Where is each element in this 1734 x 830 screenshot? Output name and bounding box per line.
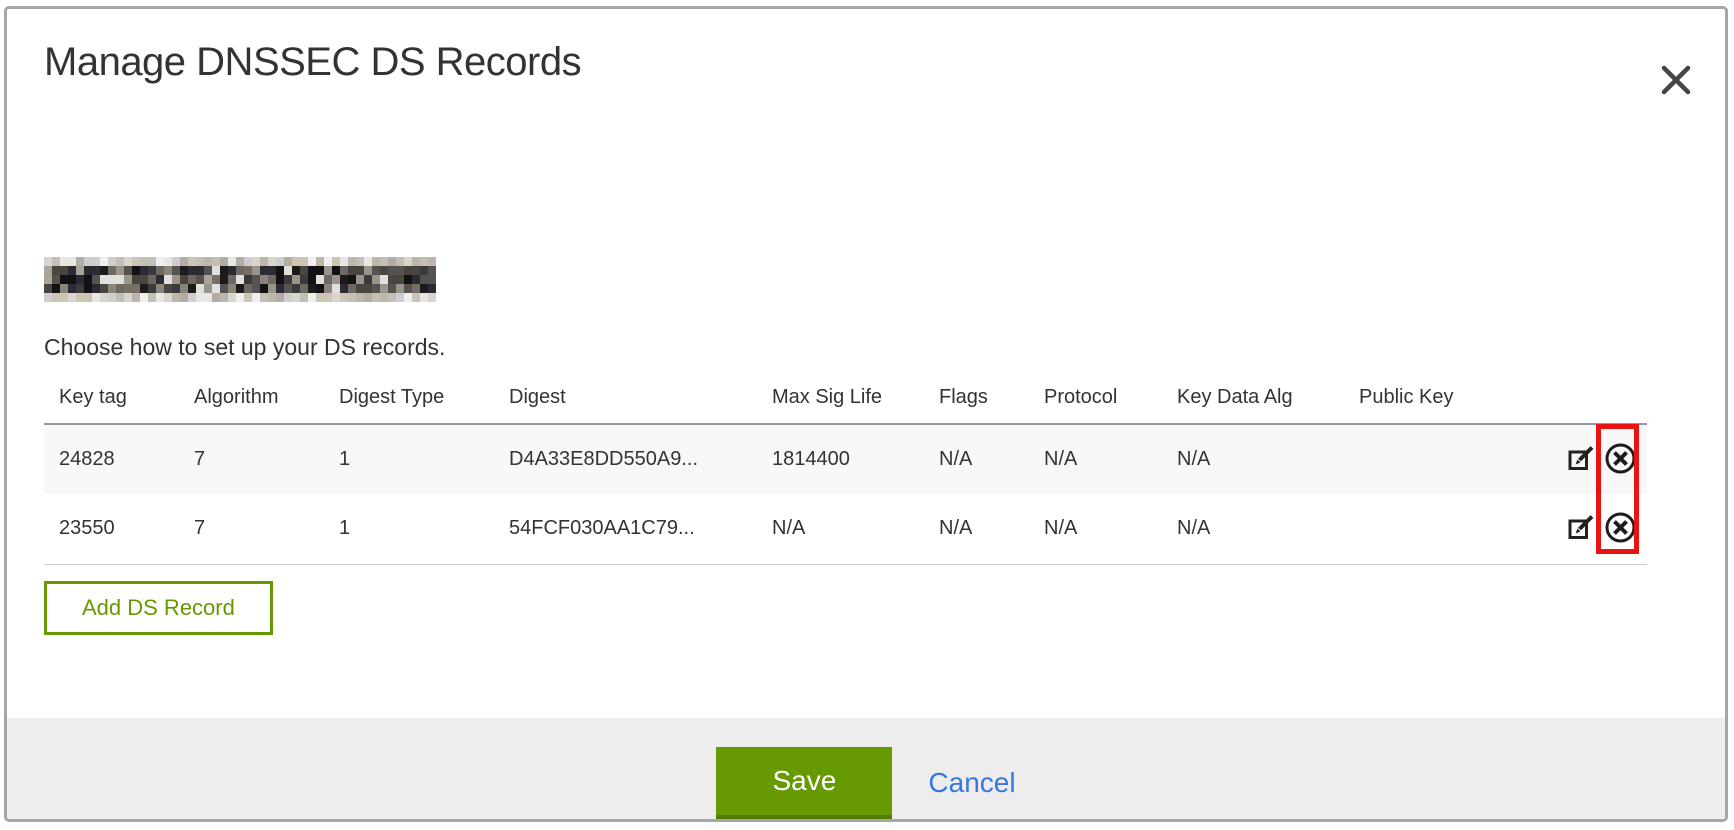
cell-key-tag: 23550 — [44, 494, 194, 564]
cell-algorithm: 7 — [194, 494, 339, 564]
close-icon — [1659, 85, 1693, 100]
cancel-link[interactable]: Cancel — [928, 767, 1015, 799]
column-header-key-data-alg: Key Data Alg — [1177, 371, 1359, 424]
edit-icon — [1567, 460, 1595, 475]
column-header-digest: Digest — [509, 371, 772, 424]
cell-max-sig-life: N/A — [772, 494, 939, 564]
cell-flags: N/A — [939, 494, 1044, 564]
dialog-content: Manage DNSSEC DS Records Choose how to s… — [7, 37, 1725, 822]
edit-icon — [1567, 529, 1595, 544]
cell-digest-type: 1 — [339, 494, 509, 564]
table-header-row: Key tag Algorithm Digest Type Digest Max… — [44, 371, 1647, 424]
column-header-public-key: Public Key — [1359, 371, 1509, 424]
ds-records-table: Key tag Algorithm Digest Type Digest Max… — [44, 371, 1647, 565]
cell-digest-type: 1 — [339, 424, 509, 494]
cell-algorithm: 7 — [194, 424, 339, 494]
cell-digest: 54FCF030AA1C79... — [509, 494, 772, 564]
column-header-digest-type: Digest Type — [339, 371, 509, 424]
column-header-flags: Flags — [939, 371, 1044, 424]
column-header-max-sig-life: Max Sig Life — [772, 371, 939, 424]
table-row: 23550 7 1 54FCF030AA1C79... N/A N/A N/A … — [44, 494, 1647, 564]
column-header-protocol: Protocol — [1044, 371, 1177, 424]
edit-record-button[interactable] — [1567, 444, 1595, 475]
close-button[interactable] — [1659, 63, 1693, 97]
delete-icon — [1604, 532, 1637, 547]
add-ds-record-button[interactable]: Add DS Record — [44, 581, 273, 635]
dialog-manage-dnssec: Manage DNSSEC DS Records Choose how to s… — [4, 6, 1728, 822]
column-header-algorithm: Algorithm — [194, 371, 339, 424]
table-row: 24828 7 1 D4A33E8DD550A9... 1814400 N/A … — [44, 424, 1647, 494]
save-button[interactable]: Save — [716, 747, 892, 819]
cell-key-data-alg: N/A — [1177, 494, 1359, 564]
screen: Manage DNSSEC DS Records Choose how to s… — [0, 0, 1734, 830]
cell-max-sig-life: 1814400 — [772, 424, 939, 494]
cell-key-data-alg: N/A — [1177, 424, 1359, 494]
cell-protocol: N/A — [1044, 494, 1177, 564]
column-header-actions — [1509, 371, 1647, 424]
delete-icon — [1604, 463, 1637, 478]
cell-actions — [1509, 494, 1647, 564]
delete-record-button[interactable] — [1604, 511, 1637, 547]
cell-digest: D4A33E8DD550A9... — [509, 424, 772, 494]
cell-protocol: N/A — [1044, 424, 1177, 494]
column-header-key-tag: Key tag — [44, 371, 194, 424]
cell-flags: N/A — [939, 424, 1044, 494]
setup-instruction: Choose how to set up your DS records. — [44, 334, 1688, 361]
cell-actions — [1509, 424, 1647, 494]
domain-name-redacted — [44, 257, 436, 302]
cell-public-key — [1359, 424, 1509, 494]
delete-record-button[interactable] — [1604, 442, 1637, 478]
page-title: Manage DNSSEC DS Records — [44, 37, 1688, 87]
dialog-footer: Save Cancel — [7, 718, 1725, 822]
edit-record-button[interactable] — [1567, 513, 1595, 544]
cell-key-tag: 24828 — [44, 424, 194, 494]
cell-public-key — [1359, 494, 1509, 564]
